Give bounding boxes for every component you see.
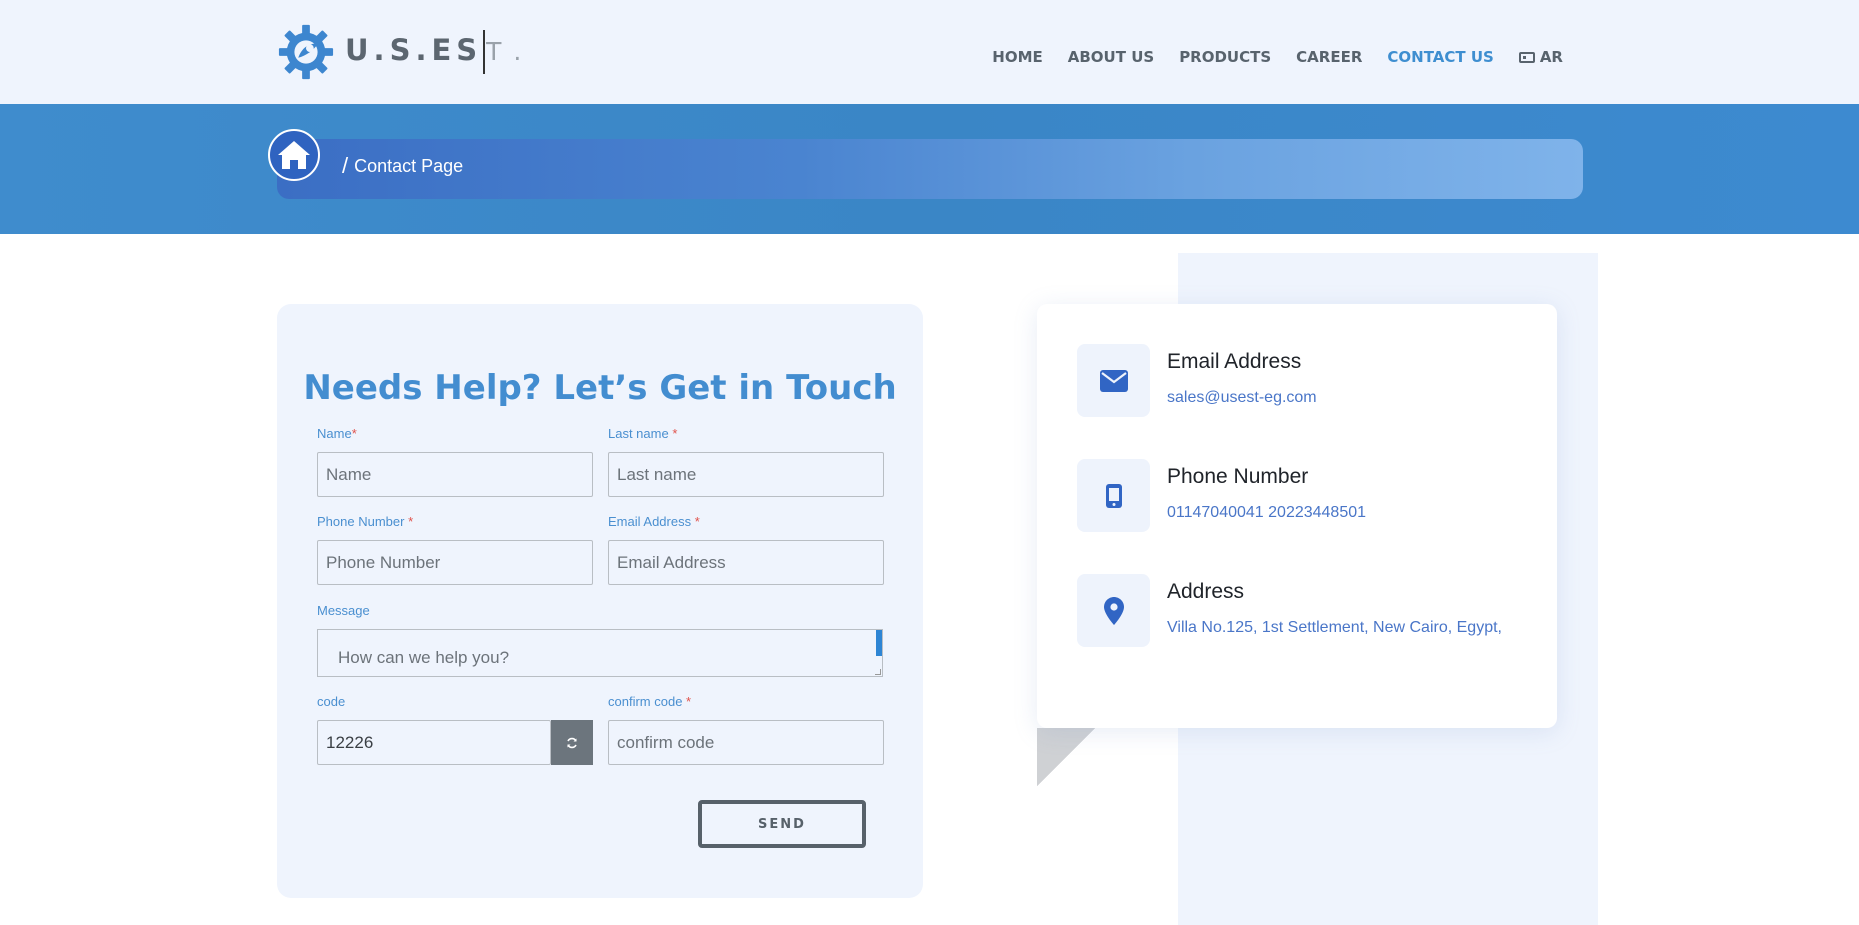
- mobile-phone-icon: [1077, 459, 1150, 532]
- language-icon: [1518, 51, 1535, 63]
- last-name-label: Last name *: [608, 426, 678, 441]
- code-label: code: [317, 694, 346, 709]
- nav-career[interactable]: CAREER: [1296, 48, 1362, 66]
- page-banner: / Contact Page: [0, 104, 1859, 234]
- nav-products[interactable]: PRODUCTS: [1179, 48, 1271, 66]
- nav-contact-us[interactable]: CONTACT US: [1387, 48, 1493, 66]
- confirm-code-label: confirm code *: [608, 694, 692, 709]
- nav-home[interactable]: HOME: [992, 48, 1042, 66]
- map-pin-icon: [1077, 574, 1150, 647]
- main-nav: HOME ABOUT US PRODUCTS CAREER CONTACT US…: [992, 48, 1563, 66]
- contact-email: Email Address sales@usest-eg.com: [1077, 344, 1547, 418]
- breadcrumb: [277, 139, 1583, 199]
- email-icon: [1077, 344, 1150, 417]
- phone-link[interactable]: 01147040041 20223448501: [1167, 504, 1366, 522]
- phone-label: Phone Number *: [317, 514, 414, 529]
- address-title: Address: [1167, 580, 1245, 603]
- captcha-code-field[interactable]: 12226: [317, 720, 551, 765]
- nav-about-us[interactable]: ABOUT US: [1068, 48, 1154, 66]
- email-title: Email Address: [1167, 350, 1302, 373]
- card-fold-decoration: [1037, 728, 1095, 786]
- message-textarea[interactable]: How can we help you?: [317, 629, 883, 677]
- address-link[interactable]: Villa No.125, 1st Settlement, New Cairo,…: [1167, 619, 1502, 637]
- breadcrumb-current: Contact Page: [354, 155, 464, 176]
- name-field[interactable]: Name: [317, 452, 593, 497]
- breadcrumb-separator: /: [342, 153, 349, 178]
- contact-phone: Phone Number 01147040041 20223448501: [1077, 459, 1547, 533]
- site-header: U.S.ES T . HOME ABOUT US PRODUCTS CAREER …: [0, 0, 1859, 104]
- breadcrumb-home-button[interactable]: [268, 129, 320, 181]
- textarea-scrollbar[interactable]: [876, 630, 882, 656]
- logo-text: U.S.ES T .: [345, 30, 523, 74]
- gear-logo-icon: [278, 24, 334, 80]
- message-placeholder: How can we help you?: [338, 648, 510, 667]
- phone-field[interactable]: Phone Number: [317, 540, 593, 585]
- confirm-code-field[interactable]: confirm code: [608, 720, 884, 765]
- email-field[interactable]: Email Address: [608, 540, 884, 585]
- breadcrumb-trail: / Contact Page: [342, 153, 463, 179]
- refresh-code-button[interactable]: [551, 720, 593, 765]
- logo[interactable]: U.S.ES T .: [277, 24, 523, 80]
- language-switch[interactable]: AR: [1518, 48, 1563, 66]
- form-title: Needs Help? Let’s Get in Touch: [303, 368, 897, 408]
- textarea-resize-handle[interactable]: [875, 669, 881, 675]
- contact-address: Address Villa No.125, 1st Settlement, Ne…: [1077, 574, 1547, 648]
- email-link[interactable]: sales@usest-eg.com: [1167, 389, 1317, 407]
- message-label: Message: [317, 603, 370, 618]
- email-label: Email Address *: [608, 514, 700, 529]
- language-label: AR: [1539, 48, 1563, 66]
- contact-info-card: Email Address sales@usest-eg.com Phone N…: [1037, 304, 1557, 728]
- phone-title: Phone Number: [1167, 465, 1309, 488]
- refresh-icon: [567, 737, 577, 748]
- home-icon: [278, 141, 310, 169]
- contact-form: Needs Help? Let’s Get in Touch Name* Nam…: [277, 304, 923, 898]
- last-name-field[interactable]: Last name: [608, 452, 884, 497]
- send-button[interactable]: SEND: [698, 800, 866, 848]
- name-label: Name*: [317, 426, 357, 441]
